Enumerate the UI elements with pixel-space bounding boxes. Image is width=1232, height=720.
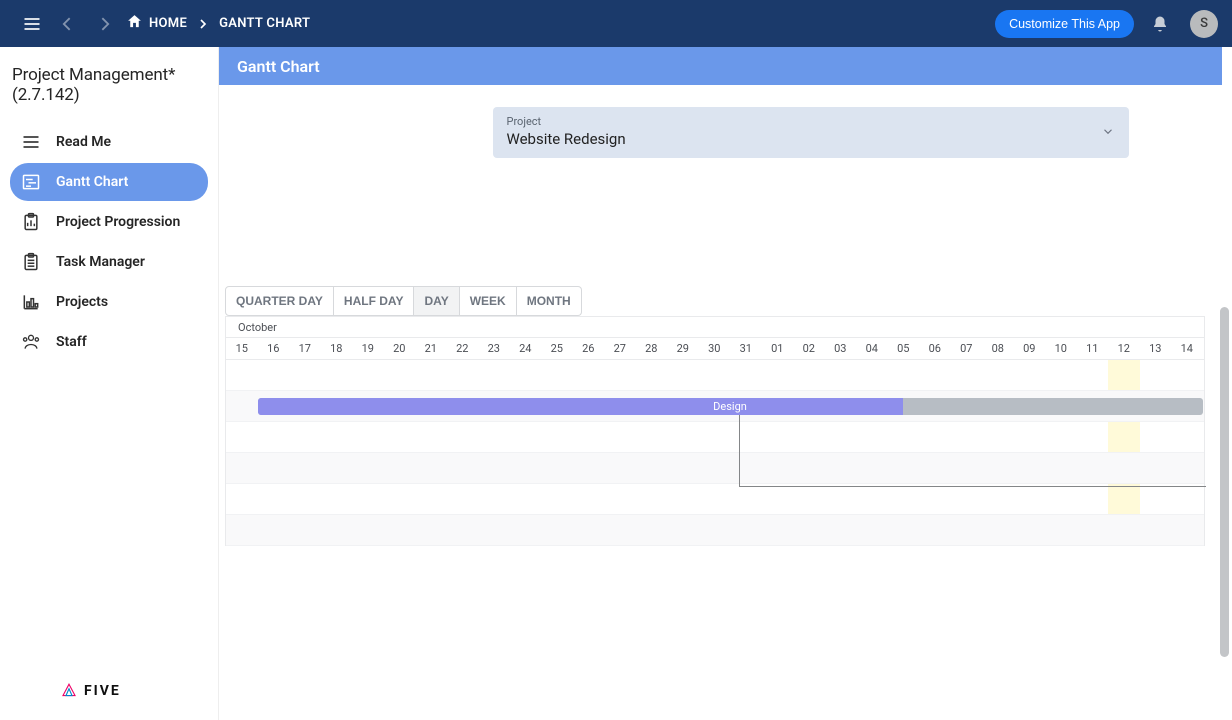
viewmode-quarter-day[interactable]: QUARTER DAY	[225, 286, 334, 316]
gantt-day-cell: 27	[604, 338, 636, 359]
sidebar-item-label: Staff	[56, 334, 87, 350]
gantt-day-cell: 31	[730, 338, 762, 359]
brand-name: FIVE	[84, 683, 121, 699]
sidebar-item-readme[interactable]: Read Me	[10, 123, 208, 161]
sidebar-item-projects[interactable]: Projects	[10, 283, 208, 321]
gantt-day-cell: 28	[636, 338, 668, 359]
gantt-day-cell: 03	[825, 338, 857, 359]
project-select[interactable]: Project Website Redesign	[493, 107, 1129, 158]
gantt-day-cell: 18	[321, 338, 353, 359]
gantt-day-cell: 01	[762, 338, 794, 359]
dependency-line	[739, 415, 740, 486]
breadcrumb-home-label: HOME	[149, 16, 187, 31]
task-bar-label: Design	[713, 400, 747, 413]
gantt-chart-icon	[20, 171, 42, 193]
chevron-down-icon	[1101, 123, 1115, 142]
gantt-day-cell: 22	[447, 338, 479, 359]
gantt-rows: Design	[226, 360, 1204, 546]
gantt-chart: October 15161718192021222324252627282930…	[225, 316, 1205, 546]
home-icon	[126, 13, 143, 34]
gantt-day-cell: 30	[699, 338, 731, 359]
main-content: Gantt Chart Project Website Redesign QUA…	[218, 47, 1232, 720]
nav-back-icon[interactable]	[50, 6, 86, 42]
sidebar-item-task-manager[interactable]: Task Manager	[10, 243, 208, 281]
app-title: Project Management* (2.7.142)	[10, 61, 208, 123]
viewmode-day[interactable]: DAY	[414, 286, 459, 316]
clipboard-list-icon	[20, 251, 42, 273]
sidebar-item-progression[interactable]: Project Progression	[10, 203, 208, 241]
bar-chart-icon	[20, 291, 42, 313]
five-logo-icon	[60, 682, 78, 700]
sidebar-item-staff[interactable]: Staff	[10, 323, 208, 361]
sidebar: Project Management* (2.7.142) Read Me Ga…	[0, 47, 218, 720]
task-bar[interactable]: Design	[258, 398, 1203, 415]
viewmode-month[interactable]: MONTH	[517, 286, 582, 316]
users-icon	[20, 331, 42, 353]
gantt-day-cell: 25	[541, 338, 573, 359]
viewmode-toggle: QUARTER DAY HALF DAY DAY WEEK MONTH	[225, 286, 1222, 316]
gantt-day-cell: 16	[258, 338, 290, 359]
gantt-day-cell: 10	[1045, 338, 1077, 359]
gantt-day-cell: 08	[982, 338, 1014, 359]
hamburger-icon	[20, 131, 42, 153]
gantt-day-cell: 15	[226, 338, 258, 359]
gantt-day-cell: 12	[1108, 338, 1140, 359]
gantt-month-header: October	[226, 316, 1204, 338]
gantt-day-cell: 29	[667, 338, 699, 359]
notifications-icon[interactable]	[1142, 6, 1178, 42]
gantt-day-cell: 06	[919, 338, 951, 359]
sidebar-item-label: Task Manager	[56, 254, 145, 270]
gantt-day-cell: 14	[1171, 338, 1203, 359]
customize-app-button[interactable]: Customize This App	[995, 10, 1134, 38]
breadcrumb-home[interactable]: HOME	[126, 13, 187, 34]
gantt-day-cell: 13	[1140, 338, 1172, 359]
gantt-day-cell: 26	[573, 338, 605, 359]
sidebar-item-label: Gantt Chart	[56, 174, 128, 190]
gantt-day-cell: 11	[1077, 338, 1109, 359]
gantt-day-cell: 21	[415, 338, 447, 359]
nav-forward-icon[interactable]	[86, 6, 122, 42]
dependency-line	[739, 486, 1206, 487]
sidebar-item-gantt[interactable]: Gantt Chart	[10, 163, 208, 201]
brand-logo: FIVE	[10, 672, 208, 710]
viewmode-half-day[interactable]: HALF DAY	[334, 286, 415, 316]
page-title: Gantt Chart	[219, 47, 1222, 85]
project-select-value: Website Redesign	[507, 130, 1115, 148]
gantt-days-header: 1516171819202122232425262728293031010203…	[226, 338, 1204, 360]
sidebar-item-label: Read Me	[56, 134, 111, 150]
clipboard-chart-icon	[20, 211, 42, 233]
gantt-day-cell: 02	[793, 338, 825, 359]
gantt-day-cell: 17	[289, 338, 321, 359]
topbar: HOME GANTT CHART Customize This App S	[0, 0, 1232, 47]
gantt-day-cell: 07	[951, 338, 983, 359]
gantt-day-cell: 19	[352, 338, 384, 359]
project-select-label: Project	[507, 115, 1115, 128]
viewmode-week[interactable]: WEEK	[460, 286, 517, 316]
breadcrumb-current: GANTT CHART	[219, 16, 310, 31]
gantt-day-cell: 04	[856, 338, 888, 359]
sidebar-item-label: Projects	[56, 294, 108, 310]
gantt-day-cell: 09	[1014, 338, 1046, 359]
chevron-right-icon	[195, 16, 211, 32]
gantt-day-cell: 05	[888, 338, 920, 359]
gantt-day-cell: 23	[478, 338, 510, 359]
gantt-day-cell: 20	[384, 338, 416, 359]
sidebar-item-label: Project Progression	[56, 214, 180, 230]
vertical-scrollbar[interactable]	[1220, 307, 1229, 657]
gantt-day-cell: 24	[510, 338, 542, 359]
hamburger-menu-icon[interactable]	[14, 6, 50, 42]
user-avatar[interactable]: S	[1190, 10, 1218, 38]
